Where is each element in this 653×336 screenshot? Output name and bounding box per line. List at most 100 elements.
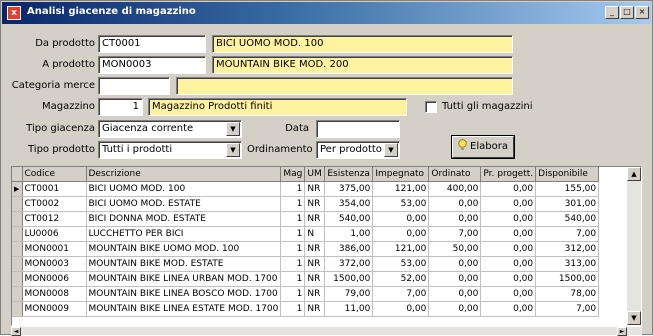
row-selector[interactable] [12,196,23,212]
table-cell[interactable]: CT0002 [22,196,87,212]
table-cell[interactable]: N [304,226,326,242]
table-cell[interactable]: 1 [280,241,306,257]
table-cell[interactable]: 1 [280,271,306,287]
table-cell[interactable]: LU0006 [22,226,87,242]
table-cell[interactable]: 0,00 [372,226,430,242]
ordinamento-select[interactable]: Per prodotto ▼ [316,141,400,159]
table-cell[interactable]: 386,00 [324,241,374,257]
column-header[interactable]: Impegnato [372,167,430,182]
table-cell[interactable]: 372,00 [324,256,374,272]
table-cell[interactable]: 540,00 [324,211,374,227]
tipo-prodotto-select[interactable]: Tutti i prodotti ▼ [98,141,242,159]
table-row[interactable]: MON0008 MOUNTAIN BIKE LINEA BOSCO MOD. 17… [12,286,600,302]
table-cell[interactable]: MON0008 [22,286,87,302]
maximize-button[interactable]: □ [620,6,634,19]
table-cell[interactable]: 79,00 [324,286,374,302]
table-row[interactable]: CT0012 BICI DONNA MOD. ESTATE 1 NR 540,00 0,0… [12,211,600,227]
a-prodotto-desc-field[interactable]: MOUNTAIN BIKE MOD. 200 [212,56,513,74]
column-header[interactable]: Pr. progett. [480,167,537,182]
table-cell[interactable]: 1 [280,196,306,212]
chevron-down-icon[interactable]: ▼ [226,143,240,157]
column-header[interactable]: Mag [280,167,306,182]
vertical-scrollbar[interactable]: ▲ ▼ [627,167,641,325]
table-cell[interactable]: 52,00 [372,271,430,287]
table-cell[interactable]: 1 [280,301,306,317]
table-cell[interactable]: MON0001 [22,241,87,257]
table-cell[interactable]: MOUNTAIN BIKE UOMO MOD. 100 [86,241,282,257]
table-cell[interactable]: 7,00 [372,286,430,302]
table-cell[interactable]: 0,00 [480,286,537,302]
categoria-code-field[interactable] [98,77,170,95]
a-prodotto-code-field[interactable]: MON0003 [98,56,206,74]
table-cell[interactable]: MON0006 [22,271,87,287]
table-cell[interactable]: 0,00 [480,181,537,197]
table-cell[interactable]: MOUNTAIN BIKE LINEA BOSCO MOD. 1700 [86,286,282,302]
table-cell[interactable]: NR [304,286,326,302]
table-cell[interactable]: 313,00 [535,256,600,272]
chevron-down-icon[interactable]: ▼ [226,122,240,136]
table-cell[interactable]: 53,00 [372,196,430,212]
row-selector[interactable] [12,271,23,287]
table-cell[interactable]: 7,00 [428,226,482,242]
table-cell[interactable]: 1,00 [324,226,374,242]
row-selector[interactable] [12,226,23,242]
table-cell[interactable]: 0,00 [428,256,482,272]
table-cell[interactable]: 0,00 [480,301,537,317]
table-row[interactable]: ▶ CT0001 BICI UOMO MOD. 100 1 NR 375,00 121,00… [12,181,600,197]
tutti-magazzini-checkbox[interactable] [425,101,437,113]
table-cell[interactable]: 53,00 [372,256,430,272]
close-button[interactable]: × [635,6,649,19]
table-cell[interactable]: 78,00 [535,286,600,302]
column-header[interactable]: Esistenza [324,167,374,182]
title-bar[interactable]: x Analisi giacenze di magazzino _ □ × [2,2,651,24]
table-row[interactable]: MON0006 MOUNTAIN BIKE LINEA URBAN MOD. 17… [12,271,600,287]
elabora-button[interactable]: Elabora [452,136,514,158]
table-cell[interactable]: 0,00 [480,226,537,242]
horizontal-scrollbar[interactable]: ◄ ► [11,326,642,336]
table-cell[interactable]: NR [304,181,326,197]
table-cell[interactable]: LUCCHETTO PER BICI [86,226,282,242]
row-selector[interactable] [12,286,23,302]
table-cell[interactable]: BICI DONNA MOD. ESTATE [86,211,282,227]
row-selector[interactable] [12,211,23,227]
table-row[interactable]: MON0001 MOUNTAIN BIKE UOMO MOD. 100 1 NR 386… [12,241,600,257]
table-cell[interactable]: CT0012 [22,211,87,227]
column-header[interactable]: Descrizione [86,167,282,182]
table-cell[interactable]: 0,00 [480,256,537,272]
results-grid[interactable]: Codice Descrizione Mag UM Esistenza Impe… [11,166,642,326]
table-cell[interactable]: NR [304,301,326,317]
chevron-down-icon[interactable]: ▼ [384,143,398,157]
table-cell[interactable]: 1 [280,286,306,302]
scroll-down-button[interactable]: ▼ [627,311,641,325]
table-cell[interactable]: 540,00 [535,211,600,227]
column-header[interactable]: UM [304,167,326,182]
table-cell[interactable]: CT0001 [22,181,87,197]
app-icon[interactable]: x [7,6,21,20]
table-cell[interactable]: 400,00 [428,181,482,197]
table-cell[interactable]: NR [304,241,326,257]
table-cell[interactable]: NR [304,196,326,212]
row-selector[interactable] [12,256,23,272]
row-selector[interactable]: ▶ [12,181,23,197]
table-row[interactable]: CT0002 BICI UOMO MOD. ESTATE 1 NR 354,00 53,0… [12,196,600,212]
table-row[interactable]: LU0006 LUCCHETTO PER BICI 1 N 1,00 0,00 7,00 0,… [12,226,600,242]
table-cell[interactable]: 375,00 [324,181,374,197]
table-cell[interactable]: 0,00 [428,301,482,317]
table-cell[interactable]: MOUNTAIN BIKE MOD. ESTATE [86,256,282,272]
table-cell[interactable]: 0,00 [480,196,537,212]
row-selector[interactable] [12,301,23,317]
da-prodotto-desc-field[interactable]: BICI UOMO MOD. 100 [212,35,513,53]
table-cell[interactable]: 0,00 [428,196,482,212]
column-header[interactable]: Ordinato [428,167,482,182]
minimize-button[interactable]: _ [605,6,619,19]
categoria-desc-field[interactable] [176,77,513,95]
table-cell[interactable]: 1500,00 [535,271,600,287]
table-cell[interactable]: 121,00 [372,181,430,197]
column-header[interactable]: Codice [22,167,87,182]
tipo-giacenza-select[interactable]: Giacenza corrente ▼ [98,120,242,138]
table-cell[interactable]: 7,00 [535,301,600,317]
table-cell[interactable]: MOUNTAIN BIKE LINEA URBAN MOD. 1700 [86,271,282,287]
table-cell[interactable]: NR [304,256,326,272]
table-cell[interactable]: 1500,00 [324,271,374,287]
table-cell[interactable]: 0,00 [428,286,482,302]
